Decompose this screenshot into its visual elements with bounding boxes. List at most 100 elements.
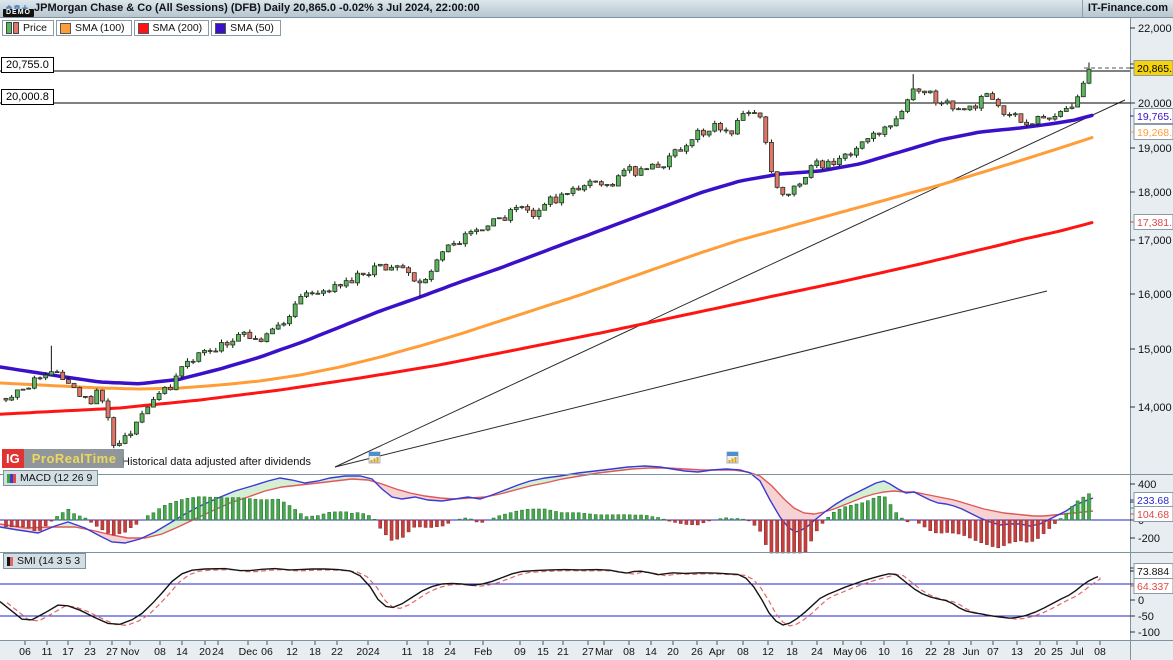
macd-value-badge-2: 104.68	[1130, 507, 1173, 522]
svg-text:-100: -100	[1138, 627, 1160, 639]
svg-text:15,000: 15,000	[1138, 344, 1172, 356]
svg-text:12: 12	[286, 646, 298, 658]
price-legend-icon	[6, 22, 19, 34]
demo-badge: DEMO	[3, 9, 34, 17]
svg-text:64.337: 64.337	[1137, 581, 1169, 593]
svg-text:13: 13	[1011, 646, 1023, 658]
ig-logo-text: IG	[2, 449, 24, 468]
svg-text:27: 27	[106, 646, 118, 658]
sma50-legend-swatch	[215, 23, 226, 34]
sma50-value-badge: 19,765..	[1130, 109, 1173, 124]
sma200-legend-swatch	[138, 23, 149, 34]
event-marker-icon[interactable]	[727, 452, 738, 463]
svg-text:08: 08	[154, 646, 166, 658]
chart-title: JPMorgan Chase & Co (All Sessions) (DFB)…	[34, 2, 480, 14]
svg-text:19,765..: 19,765..	[1137, 111, 1173, 123]
svg-text:May: May	[833, 646, 854, 658]
svg-text:16,000: 16,000	[1138, 289, 1172, 301]
svg-text:10: 10	[878, 646, 890, 658]
svg-text:28: 28	[943, 646, 955, 658]
svg-text:18: 18	[309, 646, 321, 658]
price-level-label-20000[interactable]: 20,000.8	[1, 89, 54, 105]
svg-text:Jul: Jul	[1070, 646, 1083, 658]
svg-text:Dec: Dec	[239, 646, 258, 658]
svg-text:24: 24	[444, 646, 456, 658]
svg-text:Nov: Nov	[121, 646, 140, 658]
svg-text:19,000: 19,000	[1138, 143, 1172, 155]
svg-text:Mar: Mar	[595, 646, 614, 658]
sma100-value-badge: 19,268..	[1130, 125, 1173, 140]
svg-text:Feb: Feb	[474, 646, 492, 658]
svg-text:19,268..: 19,268..	[1137, 127, 1173, 139]
svg-text:22,000: 22,000	[1138, 23, 1172, 35]
smi-value-badge-0: 73.884	[1130, 564, 1173, 579]
svg-text:233.68: 233.68	[1137, 495, 1169, 507]
svg-text:Apr: Apr	[709, 646, 726, 658]
svg-text:16: 16	[901, 646, 913, 658]
svg-text:06: 06	[19, 646, 31, 658]
dividends-footnote: Historical data adjusted after dividends	[122, 456, 311, 468]
svg-text:23: 23	[84, 646, 96, 658]
svg-text:06: 06	[855, 646, 867, 658]
svg-text:21: 21	[557, 646, 569, 658]
legend-item-price[interactable]: Price	[2, 20, 54, 36]
svg-text:2024: 2024	[356, 646, 380, 658]
svg-text:22: 22	[925, 646, 937, 658]
sma100-legend-swatch	[60, 23, 71, 34]
macd-label-text: MACD (12 26 9	[20, 472, 92, 484]
svg-text:08: 08	[1094, 646, 1106, 658]
svg-text:14,000: 14,000	[1138, 402, 1172, 414]
svg-text:14: 14	[645, 646, 657, 658]
svg-text:-200: -200	[1138, 533, 1160, 545]
svg-text:17,000: 17,000	[1138, 235, 1172, 247]
svg-text:20: 20	[667, 646, 679, 658]
svg-text:08: 08	[623, 646, 635, 658]
price-level-label-20755[interactable]: 20,755.0	[1, 57, 54, 73]
macd-indicator-icon	[7, 474, 16, 483]
sma200-value-badge: 17,381..	[1130, 215, 1173, 230]
smi-value-badge-1: 64.337	[1130, 579, 1173, 594]
svg-text:20: 20	[1034, 646, 1046, 658]
legend-sma200-label: SMA (200)	[153, 22, 203, 34]
svg-text:09: 09	[514, 646, 526, 658]
svg-text:27: 27	[582, 646, 594, 658]
smi-indicator-icon	[7, 557, 13, 566]
legend-item-sma100[interactable]: SMA (100)	[56, 20, 132, 36]
svg-text:11: 11	[42, 646, 53, 658]
svg-text:400: 400	[1138, 479, 1156, 491]
svg-text:22: 22	[331, 646, 343, 658]
legend-item-sma50[interactable]: SMA (50)	[211, 20, 281, 36]
smi-panel-label[interactable]: SMI (14 3 5 3	[3, 553, 86, 569]
legend-price-label: Price	[23, 22, 47, 34]
svg-text:24: 24	[811, 646, 823, 658]
svg-text:17: 17	[62, 646, 74, 658]
title-bar: DEMO JPMorgan Chase & Co (All Sessions) …	[0, 0, 1173, 18]
legend-item-sma200[interactable]: SMA (200)	[134, 20, 210, 36]
ig-prorealtime-logo: IG ProRealTime	[2, 449, 124, 468]
titlebar-divider	[1082, 0, 1083, 17]
series-legend: Price SMA (100) SMA (200) SMA (50)	[2, 20, 281, 36]
svg-text:26: 26	[691, 646, 703, 658]
trading-chart-window: 22,00021,00020,00019,00018,00017,00016,0…	[0, 0, 1173, 660]
macd-value-badge-1: 233.68	[1130, 493, 1173, 508]
svg-text:06: 06	[261, 646, 273, 658]
svg-text:11: 11	[402, 646, 413, 658]
last-price-badge: 20,865..	[1130, 61, 1173, 76]
svg-text:18: 18	[786, 646, 798, 658]
chart-canvas[interactable]: 22,00021,00020,00019,00018,00017,00016,0…	[0, 0, 1173, 660]
legend-sma50-label: SMA (50)	[230, 22, 274, 34]
svg-text:20: 20	[199, 646, 211, 658]
svg-text:104.68: 104.68	[1137, 509, 1169, 521]
svg-text:14: 14	[176, 646, 188, 658]
smi-label-text: SMI (14 3 5 3	[17, 555, 80, 567]
svg-text:24: 24	[212, 646, 224, 658]
svg-text:12: 12	[762, 646, 774, 658]
svg-text:73.884: 73.884	[1137, 566, 1169, 578]
macd-panel-label[interactable]: MACD (12 26 9	[3, 470, 98, 486]
svg-text:07: 07	[987, 646, 999, 658]
svg-text:20,865..: 20,865..	[1137, 63, 1173, 75]
svg-text:Jun: Jun	[963, 646, 980, 658]
svg-text:-50: -50	[1138, 611, 1154, 623]
svg-text:15: 15	[537, 646, 549, 658]
event-marker-icon[interactable]	[369, 452, 380, 463]
